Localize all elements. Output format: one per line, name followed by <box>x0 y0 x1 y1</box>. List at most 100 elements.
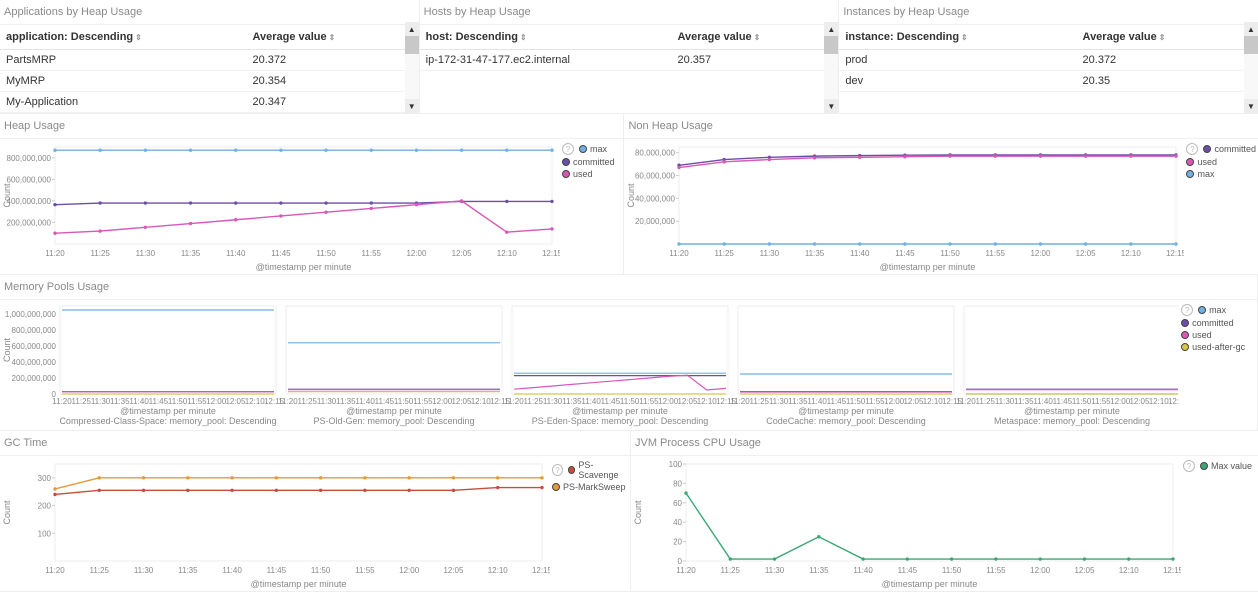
table-scrollbar[interactable]: ▲ ▼ <box>1244 22 1258 113</box>
col-header-value[interactable]: Average value⇕ <box>1077 25 1244 50</box>
svg-text:11:30: 11:30 <box>317 397 337 406</box>
svg-text:0: 0 <box>678 557 683 566</box>
svg-text:11:20: 11:20 <box>730 397 750 406</box>
svg-text:800,000,000: 800,000,000 <box>12 326 57 335</box>
table-row[interactable]: ip-172-31-47-177.ec2.internal20.357 <box>420 50 825 71</box>
chart-gctime[interactable]: 10020030011:2011:2511:3011:3511:4011:451… <box>0 456 550 591</box>
help-icon[interactable]: ? <box>1181 304 1193 316</box>
svg-text:200,000,000: 200,000,000 <box>7 218 52 227</box>
legend-swatch <box>562 170 570 178</box>
svg-text:12:05: 12:05 <box>225 397 246 406</box>
legend-label[interactable]: max <box>1209 305 1226 315</box>
svg-text:11:45: 11:45 <box>898 566 918 575</box>
table-scrollbar[interactable]: ▲ ▼ <box>405 22 419 113</box>
svg-text:200: 200 <box>38 502 52 511</box>
svg-text:11:40: 11:40 <box>226 249 246 258</box>
chart-cpu[interactable]: 02040608010011:2011:2511:3011:3511:4011:… <box>631 456 1181 591</box>
hosts-table: host: Descending⇕ Average value⇕ ip-172-… <box>420 25 825 71</box>
svg-text:11:55: 11:55 <box>413 397 433 406</box>
scroll-down-icon[interactable]: ▼ <box>405 99 419 113</box>
legend-swatch <box>579 145 587 153</box>
help-icon[interactable]: ? <box>552 464 563 476</box>
svg-text:12:10: 12:10 <box>497 249 518 258</box>
scroll-up-icon[interactable]: ▲ <box>405 22 419 36</box>
svg-text:11:25: 11:25 <box>90 566 110 575</box>
svg-text:Count: Count <box>2 183 12 208</box>
svg-text:11:45: 11:45 <box>1053 397 1073 406</box>
svg-text:11:55: 11:55 <box>639 397 659 406</box>
col-header-value[interactable]: Average value⇕ <box>246 25 404 50</box>
svg-text:11:40: 11:40 <box>581 397 601 406</box>
scroll-down-icon[interactable]: ▼ <box>824 99 838 113</box>
svg-text:11:30: 11:30 <box>769 397 789 406</box>
col-header-value[interactable]: Average value⇕ <box>671 25 824 50</box>
sort-icon[interactable]: ⇕ <box>961 33 968 42</box>
scroll-thumb[interactable] <box>405 36 419 54</box>
legend-label[interactable]: used <box>573 169 593 179</box>
table-row[interactable]: dev20.35 <box>839 71 1244 92</box>
svg-text:@timestamp per minute: @timestamp per minute <box>120 406 216 416</box>
legend-mempools: ? max committed used used-after-gc <box>1179 300 1257 430</box>
scroll-up-icon[interactable]: ▲ <box>1244 22 1258 36</box>
svg-text:11:25: 11:25 <box>715 249 735 258</box>
svg-text:11:20: 11:20 <box>45 566 65 575</box>
svg-text:11:25: 11:25 <box>72 397 92 406</box>
sort-icon[interactable]: ⇕ <box>754 33 761 42</box>
svg-text:11:55: 11:55 <box>355 566 375 575</box>
col-header-name[interactable]: instance: Descending⇕ <box>839 25 1076 50</box>
table-scrollbar[interactable]: ▲ ▼ <box>824 22 838 113</box>
table-row[interactable]: PartsMRP20.372 <box>0 50 405 71</box>
legend-label[interactable]: used-after-gc <box>1192 342 1245 352</box>
svg-text:12:00: 12:00 <box>1031 249 1052 258</box>
panel-title: Instances by Heap Usage <box>839 0 1258 25</box>
col-header-name[interactable]: host: Descending⇕ <box>420 25 672 50</box>
legend-label[interactable]: max <box>590 144 607 154</box>
svg-text:Count: Count <box>2 338 12 363</box>
svg-text:11:20: 11:20 <box>45 249 65 258</box>
svg-text:11:45: 11:45 <box>375 397 395 406</box>
legend-label[interactable]: used <box>1197 157 1217 167</box>
legend-label[interactable]: PS-Scavenge <box>578 460 628 480</box>
help-icon[interactable]: ? <box>562 143 574 155</box>
svg-text:11:50: 11:50 <box>168 397 188 406</box>
legend-label[interactable]: committed <box>1214 144 1256 154</box>
svg-text:12:05: 12:05 <box>443 566 464 575</box>
table-row[interactable]: My-Application20.347 <box>0 92 405 113</box>
svg-text:11:30: 11:30 <box>91 397 111 406</box>
svg-text:400,000,000: 400,000,000 <box>12 358 57 367</box>
legend-label[interactable]: Max value <box>1211 461 1252 471</box>
chart-heap-usage[interactable]: 200,000,000400,000,000600,000,000800,000… <box>0 139 560 274</box>
chart-nonheap-usage[interactable]: 20,000,00040,000,00060,000,00080,000,000… <box>624 139 1184 274</box>
sort-icon[interactable]: ⇕ <box>520 33 527 42</box>
svg-text:11:40: 11:40 <box>222 566 242 575</box>
scroll-down-icon[interactable]: ▼ <box>1244 99 1258 113</box>
panel-title: Memory Pools Usage <box>0 275 1257 300</box>
legend-label[interactable]: used <box>1192 330 1212 340</box>
legend-label[interactable]: PS-MarkSweep <box>563 482 626 492</box>
col-header-name[interactable]: application: Descending⇕ <box>0 25 246 50</box>
svg-text:11:35: 11:35 <box>110 397 130 406</box>
svg-text:12:00: 12:00 <box>206 397 227 406</box>
svg-text:11:20: 11:20 <box>278 397 298 406</box>
help-icon[interactable]: ? <box>1186 143 1198 155</box>
scroll-thumb[interactable] <box>824 36 838 54</box>
cell-value: 20.357 <box>671 50 824 71</box>
table-row[interactable]: prod20.372 <box>839 50 1244 71</box>
svg-text:11:25: 11:25 <box>524 397 544 406</box>
legend-label[interactable]: max <box>1197 169 1214 179</box>
svg-text:100: 100 <box>38 529 52 538</box>
svg-text:12:05: 12:05 <box>677 397 698 406</box>
scroll-up-icon[interactable]: ▲ <box>824 22 838 36</box>
sort-icon[interactable]: ⇕ <box>329 33 336 42</box>
svg-text:11:50: 11:50 <box>942 566 962 575</box>
sort-icon[interactable]: ⇕ <box>135 33 142 42</box>
help-icon[interactable]: ? <box>1183 460 1195 472</box>
scroll-thumb[interactable] <box>1244 36 1258 54</box>
table-row[interactable]: MyMRP20.354 <box>0 71 405 92</box>
legend-label[interactable]: committed <box>573 157 615 167</box>
chart-mempools[interactable]: 0200,000,000400,000,000600,000,000800,00… <box>0 300 1179 430</box>
legend-swatch <box>552 483 560 491</box>
legend-label[interactable]: committed <box>1192 318 1234 328</box>
svg-text:11:55: 11:55 <box>986 249 1006 258</box>
sort-icon[interactable]: ⇕ <box>1159 33 1166 42</box>
